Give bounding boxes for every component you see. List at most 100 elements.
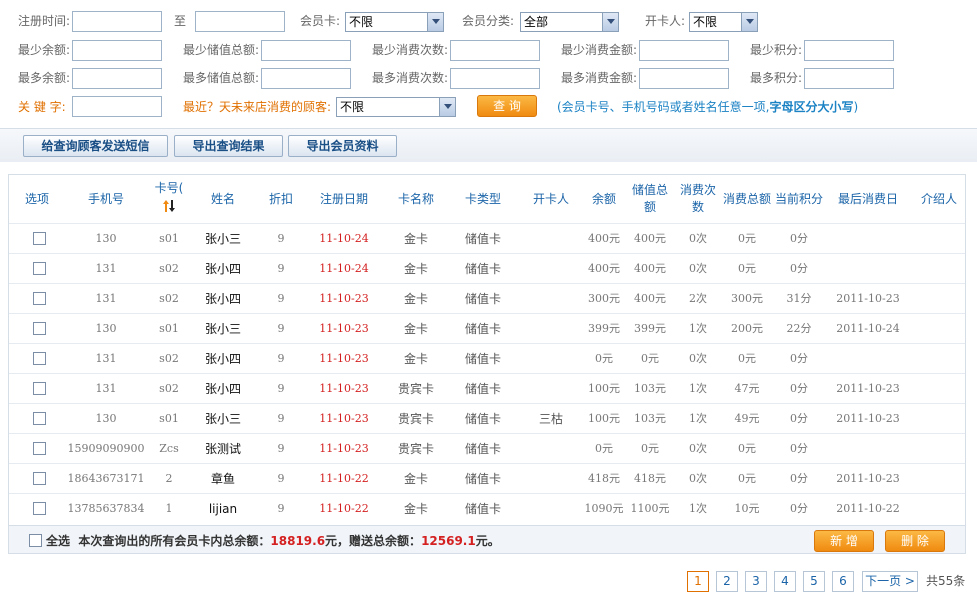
table-cell: 0元 — [738, 472, 756, 485]
table-cell: 0元 — [738, 232, 756, 245]
table-cell: 2011-10-23 — [836, 472, 900, 485]
table-row: 130 s01 张小三 9 11-10-23 贵宾卡 储值卡 三枯 100元 103元 1次 49元 0… — [9, 403, 965, 433]
table-cell: 张小四 — [204, 262, 241, 276]
table-cell: 131 — [95, 262, 117, 275]
opener-select[interactable]: 不限 — [689, 12, 758, 32]
min-stored-total-input[interactable] — [261, 40, 351, 61]
max-consume-count-input[interactable] — [450, 68, 540, 89]
table-cell: 储值卡 — [464, 412, 501, 426]
page-button[interactable]: 2 — [716, 571, 738, 592]
row-checkbox[interactable] — [33, 292, 46, 305]
page-button[interactable]: 5 — [803, 571, 825, 592]
column-header: 消费总额 — [722, 191, 771, 206]
table-cell: 0元 — [738, 352, 756, 365]
search-hint: (会员卡号、手机号码或者姓名任意一项,字母区分大小写) — [557, 100, 859, 114]
table-cell: 张小三 — [204, 412, 241, 426]
table-cell: 储值卡 — [464, 232, 501, 246]
table-cell: 9 — [277, 472, 285, 485]
min-consume-count-input[interactable] — [450, 40, 540, 61]
page-button[interactable]: 3 — [745, 571, 767, 592]
table-cell: 张测试 — [204, 442, 241, 456]
min-balance-input[interactable] — [72, 40, 162, 61]
table-cell: 储值卡 — [464, 442, 501, 456]
table-cell — [915, 254, 963, 284]
min-consume-amount-input[interactable] — [639, 40, 729, 61]
row-checkbox[interactable] — [33, 232, 46, 245]
page-button[interactable]: 4 — [774, 571, 796, 592]
max-consume-amount-input[interactable] — [639, 68, 729, 89]
column-header[interactable]: 卡号( — [149, 175, 189, 223]
page-button[interactable]: 6 — [832, 571, 854, 592]
table-cell: 399元 — [588, 322, 620, 335]
next-page-button[interactable]: 下一页 > — [862, 571, 918, 592]
table-cell: 11-10-23 — [319, 442, 369, 455]
sort-up-down-icon[interactable] — [162, 199, 176, 218]
row-checkbox[interactable] — [33, 502, 46, 515]
delete-button[interactable]: 删 除 — [885, 530, 945, 552]
table-cell: lijian — [208, 502, 238, 516]
row-checkbox[interactable] — [33, 412, 46, 425]
table-cell: 1次 — [689, 322, 707, 335]
table-cell: 金卡 — [403, 262, 428, 276]
table-cell: 储值卡 — [464, 472, 501, 486]
max-points-label: 最多积分: — [750, 71, 803, 85]
add-button[interactable]: 新 增 — [814, 530, 874, 552]
table-cell: 130 — [95, 412, 117, 425]
recent-days-label: 最近？天未来店消费的顾客: — [183, 100, 332, 114]
export-members-button[interactable]: 导出会员资料 — [288, 135, 397, 157]
send-sms-button[interactable]: 给查询顾客发送短信 — [23, 135, 168, 157]
table-cell: 131 — [95, 292, 117, 305]
row-checkbox[interactable] — [33, 322, 46, 335]
gift-balance-value: 12569.1 — [421, 534, 476, 548]
member-card-label: 会员卡: — [300, 14, 341, 28]
select-all-checkbox[interactable] — [29, 534, 42, 547]
table-cell: 金卡 — [403, 322, 428, 336]
table-cell: 103元 — [634, 412, 666, 425]
table-cell: 400元 — [588, 262, 620, 275]
table-cell: 三枯 — [538, 412, 563, 426]
row-checkbox[interactable] — [33, 262, 46, 275]
reg-start-input[interactable] — [72, 11, 162, 32]
table-header: 选项 手机号 卡号(姓名 折扣 注册日期 卡名称 卡类型 开卡人 余额 储值总额 消费次数 消费总额当… — [9, 175, 965, 223]
table-cell: 0分 — [790, 232, 808, 245]
opener-value: 不限 — [693, 15, 718, 29]
export-results-button[interactable]: 导出查询结果 — [174, 135, 283, 157]
row-checkbox[interactable] — [33, 472, 46, 485]
row-checkbox[interactable] — [33, 382, 46, 395]
table-cell: 2011-10-24 — [836, 322, 900, 335]
to-label: 至 — [174, 14, 187, 28]
table-cell — [915, 434, 963, 464]
column-header: 余额 — [591, 191, 616, 206]
table-cell: 1次 — [689, 382, 707, 395]
member-card-select[interactable]: 不限 — [345, 12, 444, 32]
table-cell: 0元 — [641, 442, 659, 455]
page-button[interactable]: 1 — [687, 571, 709, 592]
table-cell: 9 — [277, 262, 285, 275]
table-cell: 0分 — [790, 502, 808, 515]
max-stored-total-input[interactable] — [261, 68, 351, 89]
table-cell: 0次 — [689, 442, 707, 455]
table-cell: 11-10-23 — [319, 412, 369, 425]
row-checkbox[interactable] — [33, 352, 46, 365]
table-cell: 11-10-22 — [319, 472, 369, 485]
member-class-select[interactable]: 全部 — [520, 12, 619, 32]
min-points-input[interactable] — [804, 40, 894, 61]
table-cell: s01 — [159, 322, 179, 335]
chevron-down-icon — [439, 98, 455, 116]
total-balance-value: 18819.6 — [270, 534, 326, 548]
table-cell: 0元 — [738, 262, 756, 275]
query-button[interactable]: 查 询 — [477, 95, 537, 117]
recent-days-select[interactable]: 不限 — [336, 97, 456, 117]
table-cell: 9 — [277, 382, 285, 395]
table-cell: 300元 — [731, 292, 763, 305]
keyword-input[interactable] — [72, 96, 162, 117]
column-header: 开卡人 — [532, 191, 569, 206]
table-cell: 0元 — [641, 352, 659, 365]
table-cell: 15909090900 — [67, 442, 145, 455]
max-balance-input[interactable] — [72, 68, 162, 89]
row-checkbox[interactable] — [33, 442, 46, 455]
reg-end-input[interactable] — [195, 11, 285, 32]
chevron-down-icon — [427, 13, 443, 31]
max-points-input[interactable] — [804, 68, 894, 89]
table-cell: 1次 — [689, 502, 707, 515]
